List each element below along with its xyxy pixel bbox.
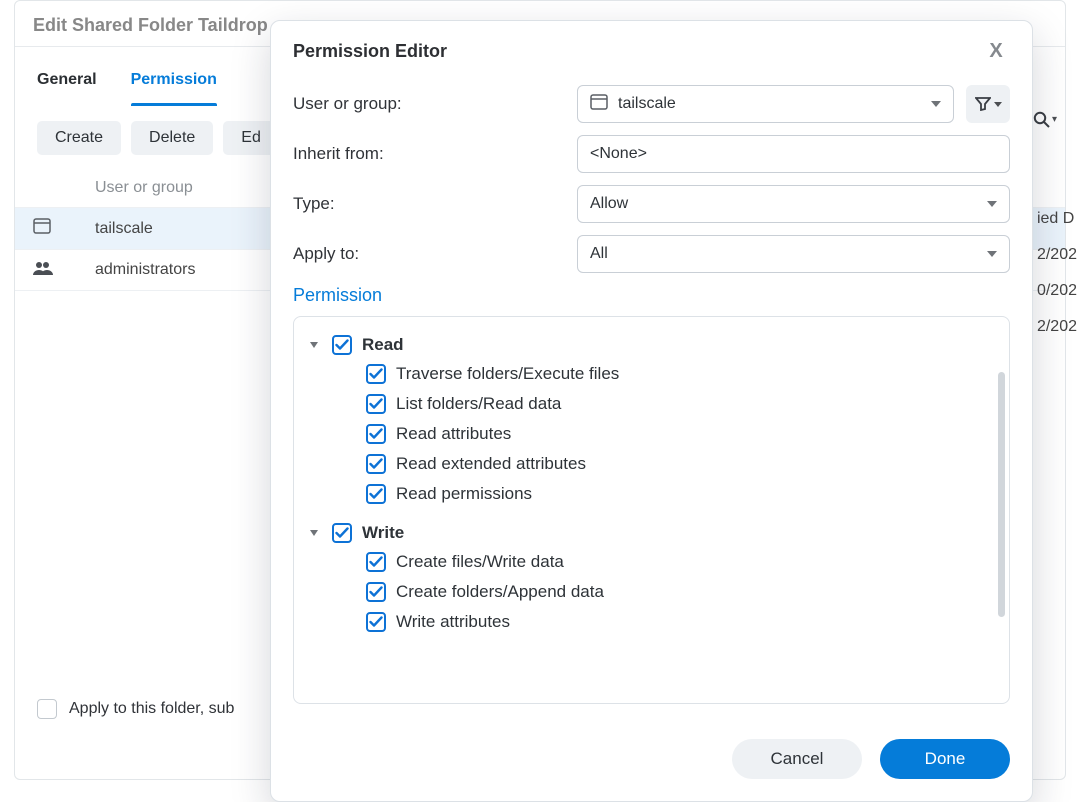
tab-permission[interactable]: Permission xyxy=(131,71,217,105)
checkbox-icon[interactable] xyxy=(366,612,386,632)
apply-to-select[interactable]: All xyxy=(577,235,1010,273)
apply-to-value: All xyxy=(590,245,977,263)
chevron-down-icon xyxy=(310,530,318,536)
checkbox-icon[interactable] xyxy=(332,523,352,543)
permission-scroll-area[interactable]: Read Traverse folders/Execute files List f… xyxy=(294,317,1009,703)
inherit-from-field[interactable]: <None> xyxy=(577,135,1010,173)
filter-button[interactable] xyxy=(966,85,1010,123)
checkbox-icon xyxy=(37,699,57,719)
permission-item[interactable]: List folders/Read data xyxy=(310,389,993,419)
checkbox-icon[interactable] xyxy=(366,424,386,444)
delete-button[interactable]: Delete xyxy=(131,121,213,155)
user-or-group-select[interactable]: tailscale xyxy=(577,85,954,123)
apply-to-folder-checkbox[interactable]: Apply to this folder, sub xyxy=(37,699,234,719)
inherit-from-value: <None> xyxy=(590,145,647,163)
permission-item-label: Write attributes xyxy=(396,612,510,632)
permission-group-label: Write xyxy=(362,523,404,543)
search-dropdown[interactable]: ▾ xyxy=(1033,111,1057,128)
chevron-down-icon xyxy=(931,101,941,107)
funnel-icon xyxy=(975,97,991,111)
checkbox-icon[interactable] xyxy=(332,335,352,355)
type-value: Allow xyxy=(590,195,977,213)
permission-group: Write Create files/Write data Create folde… xyxy=(310,519,993,637)
permission-editor-modal: Permission Editor X User or group: tails… xyxy=(270,20,1033,802)
type-label: Type: xyxy=(293,194,563,214)
user-window-icon xyxy=(33,218,51,239)
user-or-group-label: User or group: xyxy=(293,94,563,114)
permission-item[interactable]: Traverse folders/Execute files xyxy=(310,359,993,389)
close-button[interactable]: X xyxy=(982,37,1010,65)
permission-item[interactable]: Read permissions xyxy=(310,479,993,509)
permission-item-label: Read attributes xyxy=(396,424,511,444)
permission-item[interactable]: Create folders/Append data xyxy=(310,577,993,607)
cancel-button[interactable]: Cancel xyxy=(732,739,862,779)
permission-item[interactable]: Create files/Write data xyxy=(310,547,993,577)
modal-title: Permission Editor xyxy=(293,41,447,62)
permission-item-label: Read permissions xyxy=(396,484,532,504)
permission-item[interactable]: Read extended attributes xyxy=(310,449,993,479)
inherit-from-label: Inherit from: xyxy=(293,144,563,164)
tab-general[interactable]: General xyxy=(37,71,97,105)
permission-item[interactable]: Write attributes xyxy=(310,607,993,637)
apply-to-label: Apply to: xyxy=(293,244,563,264)
create-button[interactable]: Create xyxy=(37,121,121,155)
checkbox-icon[interactable] xyxy=(366,454,386,474)
permission-item-label: Create files/Write data xyxy=(396,552,564,572)
permission-group: Read Traverse folders/Execute files List f… xyxy=(310,331,993,509)
chevron-down-icon xyxy=(987,251,997,257)
permission-group-label: Read xyxy=(362,335,404,355)
chevron-down-icon xyxy=(310,342,318,348)
done-button[interactable]: Done xyxy=(880,739,1010,779)
user-or-group-value: tailscale xyxy=(618,95,921,113)
type-select[interactable]: Allow xyxy=(577,185,1010,223)
checkbox-icon[interactable] xyxy=(366,552,386,572)
checkbox-icon[interactable] xyxy=(366,394,386,414)
checkbox-icon[interactable] xyxy=(366,582,386,602)
group-icon xyxy=(33,261,51,280)
permission-item[interactable]: Read attributes xyxy=(310,419,993,449)
permission-panel: Read Traverse folders/Execute files List f… xyxy=(293,316,1010,704)
permission-item-label: Traverse folders/Execute files xyxy=(396,364,619,384)
checkbox-icon[interactable] xyxy=(366,364,386,384)
permission-item-label: Create folders/Append data xyxy=(396,582,604,602)
checkbox-icon[interactable] xyxy=(366,484,386,504)
permission-item-label: List folders/Read data xyxy=(396,394,561,414)
permission-group-header[interactable]: Read xyxy=(310,331,993,359)
modified-date-column: ied D 2/202 0/202 2/202 xyxy=(1037,201,1077,345)
permission-section-title: Permission xyxy=(293,285,1010,306)
permission-item-label: Read extended attributes xyxy=(396,454,586,474)
permission-group-header[interactable]: Write xyxy=(310,519,993,547)
apply-to-folder-label: Apply to this folder, sub xyxy=(69,700,234,718)
chevron-down-icon xyxy=(987,201,997,207)
chevron-down-icon xyxy=(994,102,1002,107)
user-window-icon xyxy=(590,94,608,115)
